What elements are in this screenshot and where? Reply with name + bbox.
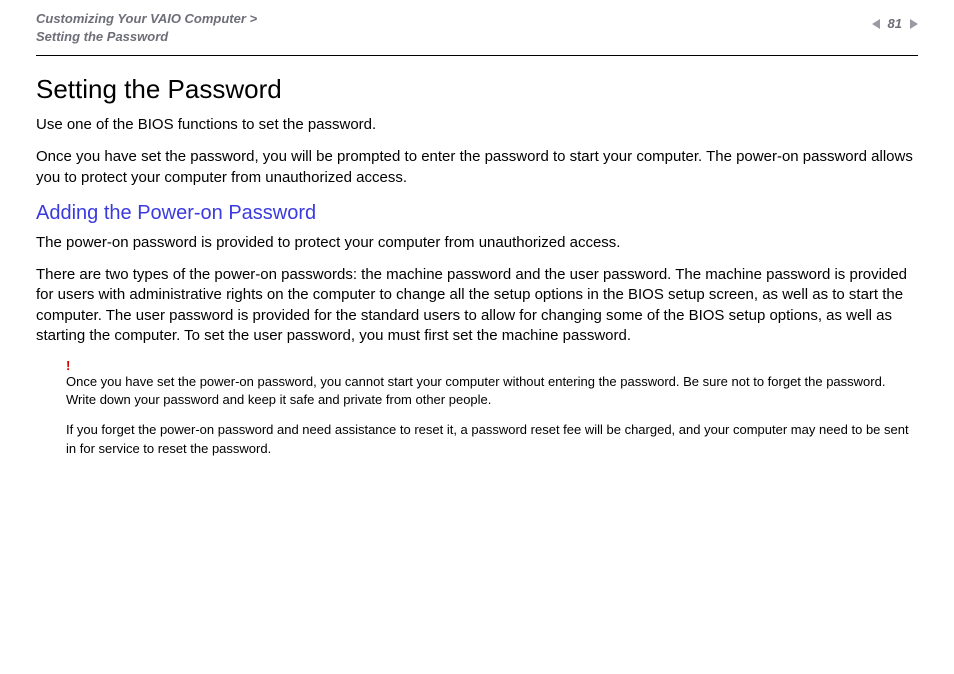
prev-page-icon[interactable] bbox=[872, 19, 882, 29]
breadcrumb: Customizing Your VAIO Computer > Setting… bbox=[36, 10, 257, 45]
intro-paragraph-1: Use one of the BIOS functions to set the… bbox=[36, 115, 918, 135]
page-title: Setting the Password bbox=[36, 74, 918, 105]
warning-note: ! Once you have set the power-on passwor… bbox=[36, 358, 918, 458]
warning-text-2: If you forget the power-on password and … bbox=[66, 421, 918, 457]
section-paragraph-1: The power-on password is provided to pro… bbox=[36, 233, 918, 253]
document-page: Customizing Your VAIO Computer > Setting… bbox=[0, 0, 954, 490]
next-page-icon[interactable] bbox=[908, 19, 918, 29]
page-navigator: 81 bbox=[872, 16, 918, 31]
intro-paragraph-2: Once you have set the password, you will… bbox=[36, 147, 918, 188]
breadcrumb-line-2: Setting the Password bbox=[36, 28, 257, 46]
breadcrumb-line-1: Customizing Your VAIO Computer > bbox=[36, 10, 257, 28]
page-number: 81 bbox=[888, 16, 902, 31]
section-heading: Adding the Power-on Password bbox=[36, 202, 918, 225]
warning-text-1: Once you have set the power-on password,… bbox=[66, 373, 918, 409]
page-header: Customizing Your VAIO Computer > Setting… bbox=[36, 10, 918, 51]
header-rule bbox=[36, 55, 918, 56]
section-paragraph-2: There are two types of the power-on pass… bbox=[36, 265, 918, 346]
warning-icon: ! bbox=[66, 358, 918, 373]
